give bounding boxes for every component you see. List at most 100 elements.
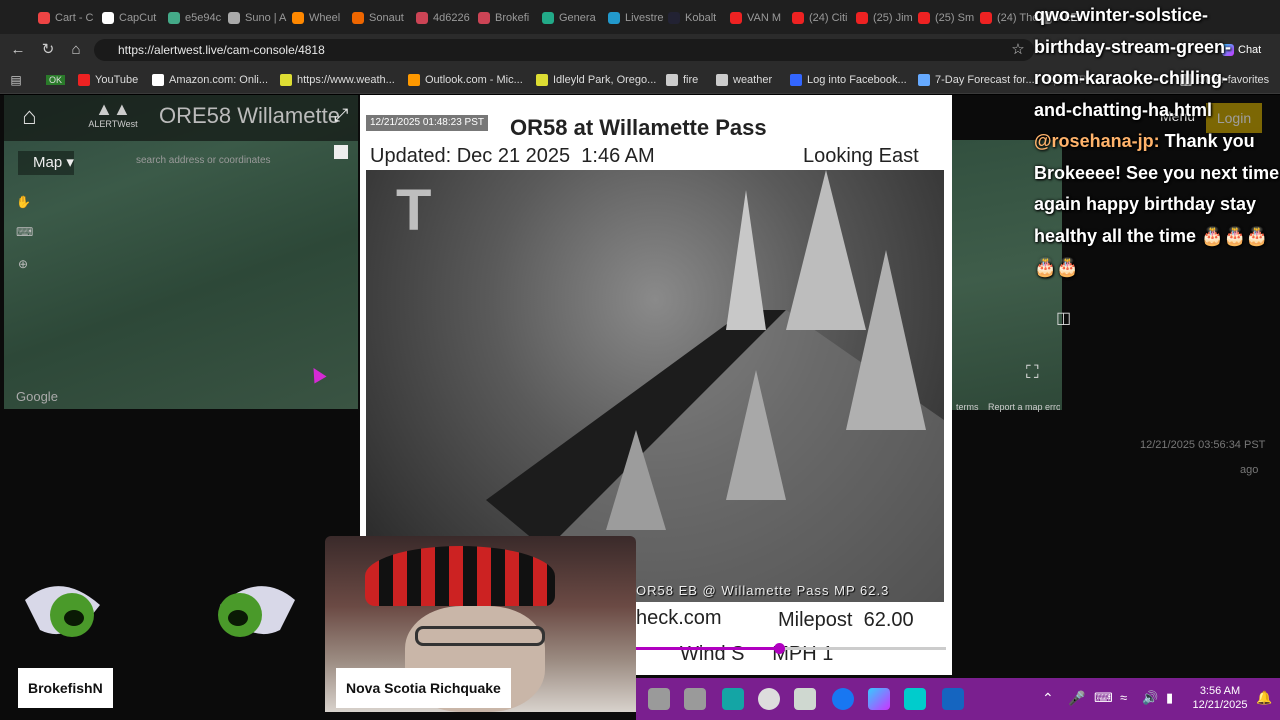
- volume-icon[interactable]: 🔊: [1142, 690, 1158, 706]
- bookmark-item[interactable]: https://www.weath...: [280, 72, 395, 88]
- taskbar-app-m1-icon[interactable]: [648, 688, 670, 710]
- browser-tab[interactable]: Sonaut: [352, 6, 412, 30]
- tab-favicon-icon: [542, 12, 554, 24]
- clock[interactable]: 3:56 AM 12/21/2025: [1190, 684, 1250, 712]
- home-icon[interactable]: ⌂: [66, 40, 86, 60]
- taskbar-camera-icon[interactable]: [722, 688, 744, 710]
- tab-label: 4d6226: [433, 12, 470, 24]
- back-icon[interactable]: ←: [8, 40, 28, 60]
- browser-tab[interactable]: e5e94c: [168, 6, 228, 30]
- bookmark-item[interactable]: OK: [46, 72, 66, 88]
- bookmark-item[interactable]: Outlook.com - Mic...: [408, 72, 523, 88]
- expand-icon[interactable]: ⤢: [334, 105, 348, 126]
- fullscreen-map-icon[interactable]: ⛶: [1026, 362, 1039, 383]
- glasses: [415, 626, 545, 646]
- tab-favicon-icon: [856, 12, 868, 24]
- browser-tab[interactable]: (25) Jim: [856, 6, 916, 30]
- browser-tab[interactable]: Kobalt: [668, 6, 728, 30]
- right-streamer-namecard: Nova Scotia Richquake: [336, 668, 511, 708]
- tab-favicon-icon: [730, 12, 742, 24]
- taskbar-stream-icon[interactable]: [942, 688, 964, 710]
- browser-tab[interactable]: Genera: [542, 6, 602, 30]
- microphone-icon[interactable]: 🎤: [1068, 690, 1085, 707]
- bookmark-label: Idleyld Park, Orego...: [553, 74, 657, 86]
- bookmark-item[interactable]: YouTube: [78, 72, 138, 88]
- chat-link-line-2: birthday-stream-green-: [1034, 36, 1232, 57]
- browser-tab[interactable]: Livestre: [608, 6, 668, 30]
- tab-favicon-icon: [668, 12, 680, 24]
- taskbar-yahoo-icon[interactable]: [758, 688, 780, 710]
- browser-tab[interactable]: Suno | A: [228, 6, 288, 30]
- map-terms-link[interactable]: terms: [956, 402, 979, 412]
- tree-3: [846, 250, 926, 430]
- tab-label: Cart - C: [55, 12, 94, 24]
- collections-icon[interactable]: ▤: [6, 70, 26, 90]
- bookmark-item[interactable]: Amazon.com: Onli...: [152, 72, 268, 88]
- bookmark-favicon-icon: [152, 74, 164, 86]
- tab-label: (25) Jim: [873, 12, 913, 24]
- logo-text: ALERTWest: [88, 119, 138, 129]
- direction-label: Looking East: [803, 145, 919, 167]
- browser-tab[interactable]: CapCut: [102, 6, 162, 30]
- panel-toggle-icon[interactable]: ◫: [1056, 308, 1071, 328]
- windows-taskbar: ⌃ 🎤 ⌨ ≈ 🔊 ▮ 3:56 AM 12/21/2025 🔔: [636, 678, 1280, 720]
- timestamp-badge: 12/21/2025 01:48:23 PST: [366, 115, 488, 131]
- browser-tab[interactable]: VAN M: [730, 6, 790, 30]
- keyboard-icon[interactable]: ⌨: [16, 225, 33, 239]
- bookmark-favicon-icon: [790, 74, 802, 86]
- fullscreen-toggle[interactable]: [334, 145, 348, 159]
- bookmark-item[interactable]: weather: [716, 72, 772, 88]
- taskbar-app-m2-icon[interactable]: [684, 688, 706, 710]
- taskbar-store-icon[interactable]: [904, 688, 926, 710]
- browser-tab[interactable]: (25) Sm: [918, 6, 978, 30]
- locate-icon[interactable]: ⊕: [18, 257, 28, 271]
- odot-logo: T: [396, 178, 431, 243]
- taskbar-facebook-icon[interactable]: [832, 688, 854, 710]
- left-eye-pupil: [64, 610, 84, 626]
- left-streamer-namecard: BrokefishN: [18, 668, 113, 708]
- battery-icon[interactable]: ▮: [1166, 690, 1173, 706]
- map-button-label: Map: [33, 154, 63, 171]
- chat-link-line-1: qwo-winter-solstice-: [1034, 5, 1209, 25]
- camera-title: OR58 at Willamette Pass: [510, 115, 767, 140]
- bookmark-label: OK: [46, 75, 66, 85]
- bookmark-item[interactable]: Idleyld Park, Orego...: [536, 72, 656, 88]
- hand-tool-icon[interactable]: ✋: [16, 195, 31, 209]
- bookmark-label: fire: [683, 74, 699, 86]
- favorite-star-icon[interactable]: ☆: [1008, 40, 1028, 60]
- timeline-knob[interactable]: [773, 643, 785, 654]
- tab-label: Wheel: [309, 12, 341, 24]
- eyes-overlay: [0, 560, 320, 670]
- tab-favicon-icon: [918, 12, 930, 24]
- map-report-link[interactable]: Report a map error: [988, 402, 1060, 412]
- bookmark-favicon-icon: [666, 74, 678, 86]
- browser-tab[interactable]: Wheel: [292, 6, 352, 30]
- tab-favicon-icon: [352, 12, 364, 24]
- keyboard-tray-icon[interactable]: ⌨: [1094, 690, 1113, 706]
- browser-tab[interactable]: Brokefi: [478, 6, 538, 30]
- map-type-button[interactable]: Map ▾: [18, 151, 74, 175]
- taskbar-copilot-icon[interactable]: [868, 688, 890, 710]
- notification-bell-icon[interactable]: 🔔: [1256, 690, 1272, 706]
- map-search-input[interactable]: search address or coordinates: [128, 151, 348, 171]
- tab-favicon-icon: [416, 12, 428, 24]
- url-field[interactable]: https://alertwest.live/cam-console/4818: [94, 39, 1034, 61]
- bookmark-item[interactable]: 7-Day Forecast for...: [918, 72, 1035, 88]
- browser-tab[interactable]: 4d6226: [416, 6, 476, 30]
- tab-favicon-icon: [228, 12, 240, 24]
- browser-tab[interactable]: (24) Citi: [792, 6, 852, 30]
- browser-tab[interactable]: (24) The: [980, 6, 1040, 30]
- bookmark-item[interactable]: Log into Facebook...: [790, 72, 907, 88]
- home-icon[interactable]: ⌂: [22, 103, 50, 131]
- taskbar-calculator-icon[interactable]: [794, 688, 816, 710]
- wifi-icon[interactable]: ≈: [1120, 690, 1127, 705]
- chat-message: @rosehana-jp: Thank you Brokeeee! See yo…: [1034, 126, 1280, 284]
- bookmark-item[interactable]: fire: [666, 72, 698, 88]
- camera-timeline-slider[interactable]: [636, 643, 946, 654]
- bookmark-label: Outlook.com - Mic...: [425, 74, 523, 86]
- refresh-icon[interactable]: ↻: [38, 40, 58, 60]
- browser-tab[interactable]: Cart - C: [38, 6, 98, 30]
- show-hidden-icons-icon[interactable]: ⌃: [1042, 690, 1054, 707]
- tab-label: Kobalt: [685, 12, 717, 24]
- plaid-cap: [365, 546, 555, 606]
